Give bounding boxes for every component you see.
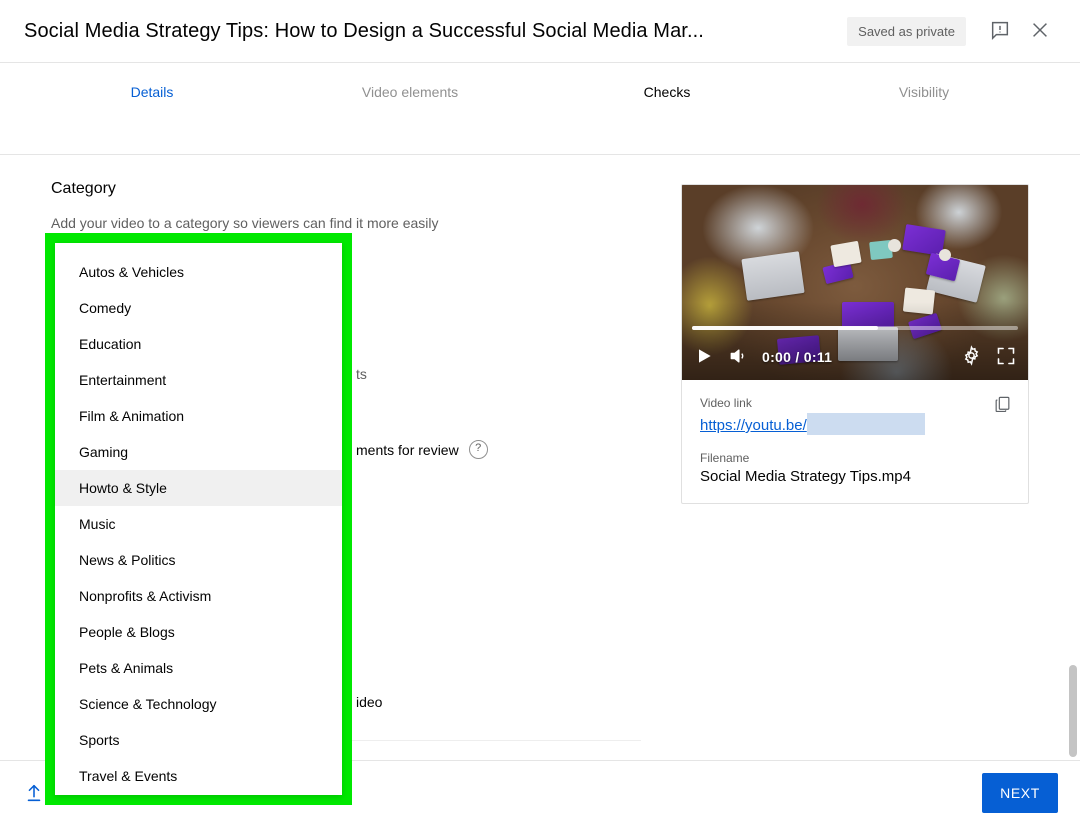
video-progress-played xyxy=(692,326,878,330)
category-option[interactable]: Science & Technology xyxy=(55,686,342,722)
category-option[interactable]: Howto & Style xyxy=(55,470,342,506)
video-meta: Video link https://youtu.be/ Filename So… xyxy=(682,380,1028,503)
help-icon[interactable]: ? xyxy=(468,440,488,459)
category-option[interactable]: Gaming xyxy=(55,434,342,470)
play-button[interactable] xyxy=(694,346,714,369)
category-option[interactable]: Sports xyxy=(55,722,342,758)
play-icon xyxy=(694,346,714,369)
obscured-comments-fragment: ts xyxy=(356,366,367,382)
upload-icon xyxy=(23,782,45,807)
feedback-icon xyxy=(989,19,1011,44)
settings-button[interactable] xyxy=(961,345,982,369)
close-icon xyxy=(1029,19,1051,44)
stepper-labels: Details Video elements Checks Visibility xyxy=(0,84,1080,106)
obscured-video-fragment: ideo xyxy=(356,694,383,710)
category-option[interactable]: Film & Animation xyxy=(55,398,342,434)
category-option[interactable]: Travel & Events xyxy=(55,758,342,794)
player-controls: 0:00 / 0:11 xyxy=(682,334,1028,380)
meta-spacer xyxy=(700,435,1010,451)
copy-icon xyxy=(993,395,1012,417)
step-label-visibility[interactable]: Visibility xyxy=(899,84,949,100)
upload-stepper: Details Video elements Checks Visibility xyxy=(0,63,1080,198)
category-section-title: Category xyxy=(51,180,116,197)
player-time-display: 0:00 / 0:11 xyxy=(762,349,833,365)
filename-value: Social Media Strategy Tips.mp4 xyxy=(700,468,911,485)
copy-link-button[interactable] xyxy=(988,392,1016,420)
volume-icon xyxy=(728,346,748,369)
step-label-details[interactable]: Details xyxy=(131,84,174,100)
step-label-checks[interactable]: Checks xyxy=(644,84,691,100)
next-button[interactable]: NEXT xyxy=(982,773,1058,813)
page-title: Social Media Strategy Tips: How to Desig… xyxy=(24,19,704,42)
thumb-laptop-left xyxy=(741,251,805,301)
obscured-review-fragment: ments for review xyxy=(356,441,459,458)
video-player[interactable]: 0:00 / 0:11 xyxy=(682,185,1028,380)
gear-icon xyxy=(961,345,982,369)
video-link-row: https://youtu.be/ xyxy=(700,413,1010,435)
category-option[interactable]: Nonprofits & Activism xyxy=(55,578,342,614)
video-progress-bar[interactable] xyxy=(692,326,1018,330)
video-id-redaction xyxy=(806,413,925,435)
video-preview-card: 0:00 / 0:11 Video link https://youtu.be/… xyxy=(681,184,1029,504)
category-option[interactable]: Education xyxy=(55,326,342,362)
step-label-video-elements[interactable]: Video elements xyxy=(362,84,458,100)
category-option[interactable]: Pets & Animals xyxy=(55,650,342,686)
filename-label: Filename xyxy=(700,451,750,465)
category-option[interactable]: Autos & Vehicles xyxy=(55,254,342,290)
category-option[interactable]: People & Blogs xyxy=(55,614,342,650)
thumb-cup-2 xyxy=(939,249,951,261)
feedback-button[interactable] xyxy=(980,11,1020,51)
category-option[interactable]: Entertainment xyxy=(55,362,342,398)
dialog-header: Social Media Strategy Tips: How to Desig… xyxy=(0,0,1080,62)
thumb-cup-1 xyxy=(888,239,901,252)
close-button[interactable] xyxy=(1020,11,1060,51)
scrollbar-thumb[interactable] xyxy=(1069,665,1077,757)
volume-button[interactable] xyxy=(728,346,748,369)
category-dropdown-list[interactable]: Autos & Vehicles Comedy Education Entertain… xyxy=(55,243,342,795)
fullscreen-button[interactable] xyxy=(996,346,1016,369)
category-option[interactable]: Music xyxy=(55,506,342,542)
category-option[interactable]: News & Politics xyxy=(55,542,342,578)
category-section-subtitle: Add your video to a category so viewers … xyxy=(51,215,439,231)
category-option[interactable]: Comedy xyxy=(55,290,342,326)
obscured-review-row: ments for review ? xyxy=(356,440,488,459)
fullscreen-icon xyxy=(996,346,1016,369)
video-link[interactable]: https://youtu.be/ xyxy=(700,417,807,434)
video-link-label: Video link xyxy=(700,396,752,410)
status-badge: Saved as private xyxy=(847,16,966,46)
